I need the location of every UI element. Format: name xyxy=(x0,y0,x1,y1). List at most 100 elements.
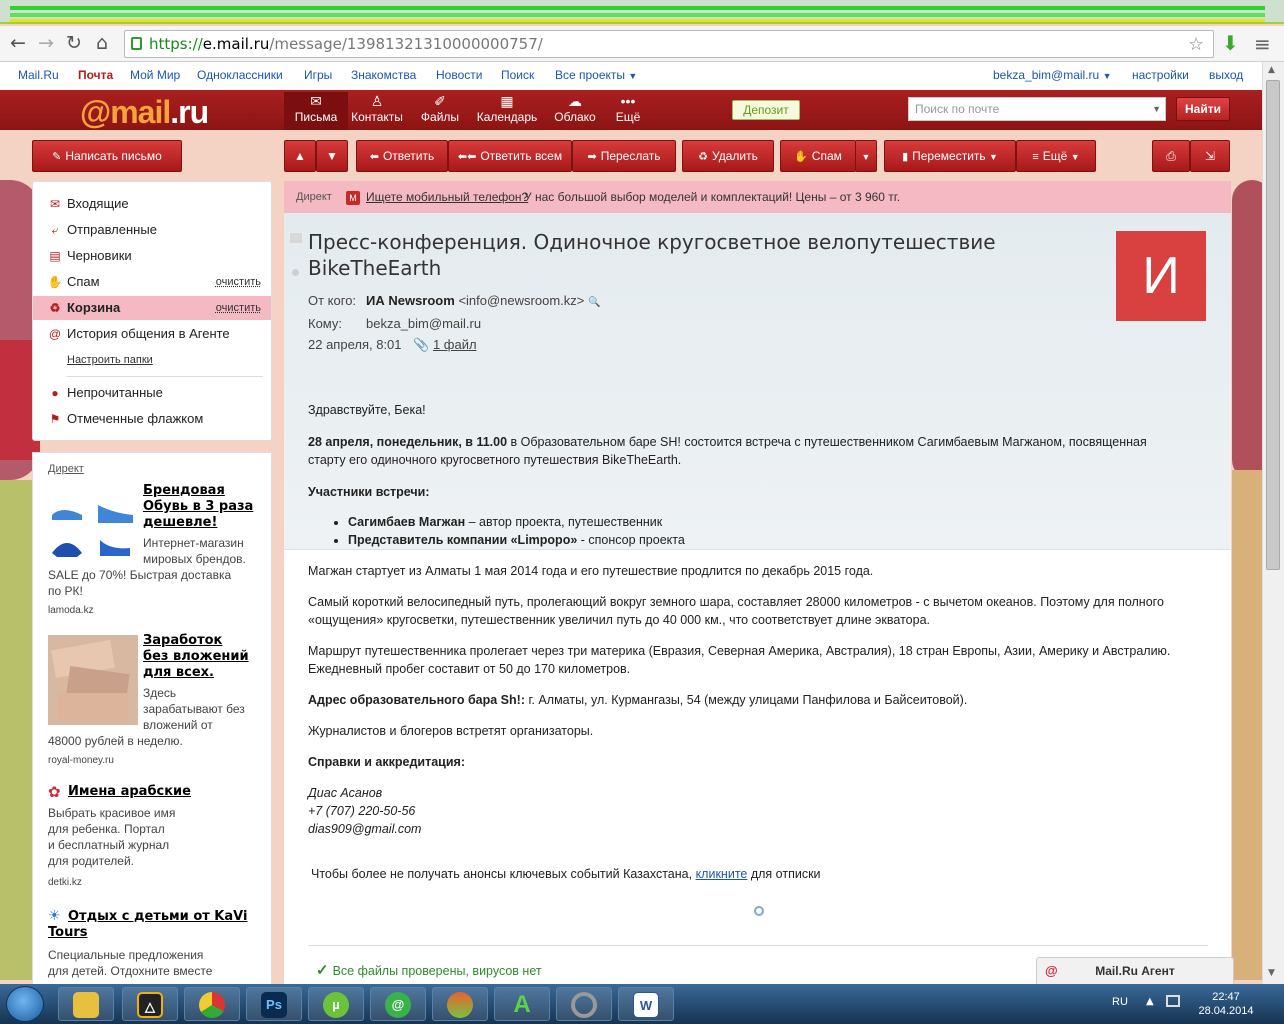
sender-name[interactable]: ИА Newsroom xyxy=(366,293,455,308)
scroll-down-icon[interactable]: ▼ xyxy=(1268,968,1275,978)
link-pochta[interactable]: Почта xyxy=(78,68,113,82)
delete-button[interactable]: ♻ Удалить xyxy=(682,140,774,172)
ad-text-line: Выбрать красивое имя xyxy=(48,806,176,820)
link-odnoklassniki[interactable]: Одноклассники xyxy=(197,68,283,82)
filter-flagged[interactable]: ⚑ Отмеченные флажком xyxy=(33,407,271,431)
taskbar-utorrent[interactable]: µ xyxy=(308,987,364,1021)
taskbar-word[interactable]: W xyxy=(618,987,674,1021)
find-button[interactable]: Найти xyxy=(1176,97,1230,121)
sender-email[interactable]: <info@newsroom.kz> xyxy=(458,293,584,308)
spam-menu-button[interactable]: ▼ xyxy=(855,140,877,172)
service-calendar[interactable]: ▦ Календарь xyxy=(472,92,542,130)
ad-title[interactable]: Имена арабские xyxy=(68,784,191,800)
body-paragraph: Маршрут путешественника пролегает через … xyxy=(308,642,1208,678)
print-button[interactable]: ⎙ xyxy=(1152,140,1190,172)
reload-icon[interactable]: ↻ xyxy=(62,31,86,55)
taskbar-app[interactable]: A xyxy=(494,987,550,1021)
direkt-label[interactable]: Директ xyxy=(48,463,84,475)
mailru-logo[interactable]: @mail.ru xyxy=(80,94,209,131)
link-igry[interactable]: Игры xyxy=(304,68,332,82)
clear-spam-link[interactable]: очистить xyxy=(216,270,261,294)
attachments-link[interactable]: 1 файл xyxy=(433,337,477,352)
home-icon[interactable]: ⌂ xyxy=(90,31,114,55)
scroll-up-icon[interactable]: ▲ xyxy=(1268,65,1275,75)
folder-label: Спам xyxy=(67,274,100,289)
taskbar-mail-agent[interactable]: @ xyxy=(370,987,426,1021)
setup-folders-link[interactable]: Настроить папки xyxy=(67,354,153,366)
folder-trash[interactable]: ♻ Корзина очистить xyxy=(33,296,271,320)
link-settings[interactable]: настройки xyxy=(1132,68,1189,82)
page-scrollbar[interactable]: ▲ ▼ xyxy=(1262,62,1284,984)
folder-drafts[interactable]: ▤ Черновики xyxy=(33,244,271,268)
link-logout[interactable]: выход xyxy=(1209,68,1243,82)
start-button[interactable] xyxy=(6,986,44,1022)
service-contacts[interactable]: ♙ Контакты xyxy=(345,92,409,130)
taskbar-chrome[interactable] xyxy=(184,987,240,1021)
reply-all-button[interactable]: ⬅⬅ Ответить всем xyxy=(448,140,572,172)
bookmark-star-icon[interactable]: ☆ xyxy=(1188,34,1204,55)
link-moymir[interactable]: Мой Мир xyxy=(130,68,180,82)
taskbar-app[interactable]: △ xyxy=(122,987,178,1021)
mail-search-input[interactable]: Поиск по почте ▼ xyxy=(908,97,1166,121)
back-arrow-icon[interactable]: ← xyxy=(6,31,30,55)
mailru-agent-panel[interactable]: @ Mail.Ru Агент xyxy=(1036,957,1234,985)
ad-title[interactable]: Отдых с детьми от KaVi Tours xyxy=(48,909,258,941)
taskbar-explorer[interactable] xyxy=(58,987,114,1021)
chevron-down-icon[interactable]: ▼ xyxy=(1152,98,1161,120)
service-label: Контакты xyxy=(351,110,403,124)
folder-inbox[interactable]: ✉ Входящие xyxy=(33,192,271,216)
magnifier-icon[interactable]: 🔍 xyxy=(588,297,600,308)
forward-arrow-icon[interactable]: → xyxy=(34,31,58,55)
download-arrow-icon[interactable]: ⬇ xyxy=(1222,31,1239,55)
spam-button[interactable]: ✋ Спам xyxy=(780,140,856,172)
taskbar-app[interactable] xyxy=(432,987,488,1021)
folder-agent-history[interactable]: @ История общения в Агенте xyxy=(33,322,271,346)
ad-money-image[interactable] xyxy=(48,635,138,725)
taskbar-app[interactable] xyxy=(556,987,612,1021)
link-mailru[interactable]: Mail.Ru xyxy=(18,68,59,82)
filter-unread[interactable]: ● Непрочитанные xyxy=(33,381,271,405)
user-menu[interactable]: bekza_bim@mail.ru ▼ xyxy=(993,68,1111,82)
clear-trash-link[interactable]: очистить xyxy=(216,296,261,320)
ad-shoes-image[interactable] xyxy=(48,485,138,575)
recipient-email[interactable]: bekza_bim@mail.ru xyxy=(366,316,481,331)
folder-spam[interactable]: ✋ Спам очистить xyxy=(33,270,271,294)
taskbar-photoshop[interactable]: Ps xyxy=(246,987,302,1021)
service-letters[interactable]: ✉ Письма xyxy=(284,92,348,130)
keyboard-language[interactable]: RU xyxy=(1112,996,1128,1008)
contact-email[interactable]: dias909@gmail.com xyxy=(308,822,421,836)
ad-title[interactable]: Заработок без вложений для всех. xyxy=(143,633,249,681)
reply-button[interactable]: ⬅ Ответить xyxy=(356,140,448,172)
menu-icon[interactable]: ≡ xyxy=(1254,32,1271,56)
ad-title-line: Брендовая xyxy=(143,483,225,498)
service-more[interactable]: ••• Ещё xyxy=(596,92,660,130)
service-files[interactable]: ✐ Файлы xyxy=(408,92,472,130)
tray-expand-icon[interactable]: ▲ xyxy=(1146,996,1154,1007)
address-bar[interactable]: https://e.mail.ru/message/13981321310000… xyxy=(124,30,1214,58)
link-poisk[interactable]: Поиск xyxy=(501,68,534,82)
network-icon[interactable] xyxy=(1166,995,1180,1007)
direkt-ad-link[interactable]: Ищете мобильный телефон? xyxy=(366,181,528,213)
link-all-projects[interactable]: Все проекты ▼ xyxy=(555,68,637,82)
link-znakomstva[interactable]: Знакомства xyxy=(351,68,416,82)
ad-title[interactable]: Брендовая Обувь в 3 раза дешевле! xyxy=(143,483,253,531)
scrollbar-thumb[interactable] xyxy=(1266,80,1280,570)
deposit-button[interactable]: Депозит xyxy=(732,100,800,120)
body-paragraph: Журналистов и блогеров встретят организа… xyxy=(308,724,594,738)
forward-button[interactable]: ➡ Переслать xyxy=(572,140,676,172)
browser-tab-strip[interactable] xyxy=(0,0,1284,24)
read-status-icon[interactable] xyxy=(292,269,299,276)
more-button[interactable]: ≡ Ещё ▼ xyxy=(1016,140,1096,172)
unsubscribe-link[interactable]: кликните xyxy=(696,867,748,881)
link-novosti[interactable]: Новости xyxy=(436,68,482,82)
system-clock[interactable]: 22:47 28.04.2014 xyxy=(1196,990,1256,1018)
participants-title: Участники встречи: xyxy=(308,483,1208,501)
unsubscribe-text: Чтобы более не получать анонсы ключевых … xyxy=(311,867,696,881)
expand-button[interactable]: ⇲ xyxy=(1190,140,1230,172)
prev-message-button[interactable]: ▲ xyxy=(284,140,316,172)
move-button[interactable]: ▮ Переместить ▼ xyxy=(884,140,1016,172)
compose-button[interactable]: ✎ Написать письмо xyxy=(32,140,182,172)
flag-icon[interactable] xyxy=(290,233,302,243)
folder-sent[interactable]: ⤶ Отправленные xyxy=(33,218,271,242)
next-message-button[interactable]: ▼ xyxy=(316,140,348,172)
